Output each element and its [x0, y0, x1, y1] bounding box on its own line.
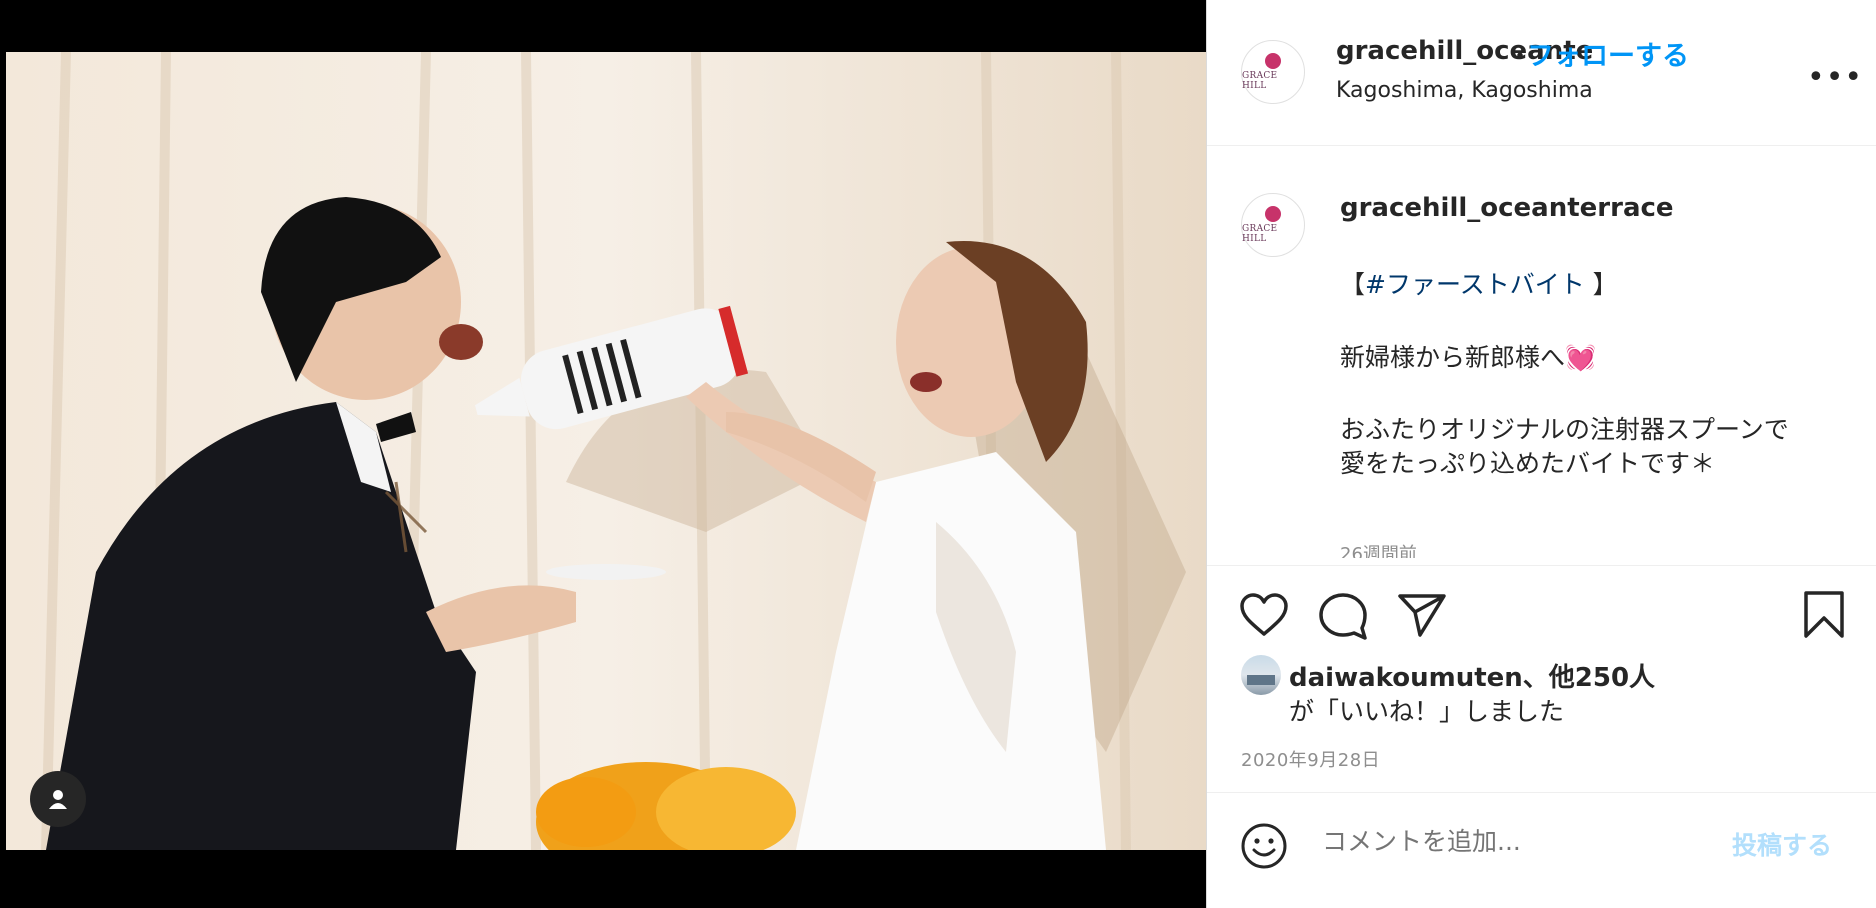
- post-location[interactable]: Kagoshima, Kagoshima: [1336, 78, 1593, 103]
- person-icon: [49, 790, 67, 809]
- caption-bracket-close: 】: [1584, 270, 1618, 299]
- post-photo-area: [6, 0, 1206, 900]
- post-modal: GRACE HILL gracehill_oceante ・ フォローする Ka…: [0, 0, 1876, 908]
- comment-bubble-icon[interactable]: [1318, 592, 1368, 640]
- liker-avatar-image: [1247, 675, 1275, 685]
- likes-summary-suffix: が「いいね！」しました: [1289, 697, 1565, 726]
- liker-avatar[interactable]: [1241, 655, 1281, 695]
- like-heart-icon[interactable]: [1239, 592, 1289, 638]
- follow-button[interactable]: フォローする: [1527, 34, 1689, 73]
- caption-line-2: 新婦様から新郎様へ💓: [1340, 338, 1596, 374]
- caption-line-4: 愛をたっぷり込めたバイトです＊: [1340, 449, 1716, 478]
- post-comment-button[interactable]: 投稿する: [1732, 826, 1832, 862]
- likes-summary[interactable]: daiwakoumuten、他250人: [1289, 657, 1655, 694]
- rose-logo-icon: [1265, 206, 1281, 222]
- avatar-logo-text: GRACE HILL: [1242, 71, 1278, 91]
- post-date[interactable]: 2020年9月28日: [1241, 746, 1380, 772]
- caption-hashtag[interactable]: #ファーストバイト: [1365, 270, 1585, 299]
- heart-emoji-icon: 💓: [1565, 343, 1597, 372]
- caption-username[interactable]: gracehill_oceanterrace: [1340, 193, 1674, 223]
- wedding-photo: [6, 52, 1206, 850]
- caption-time-ago[interactable]: 26週間前: [1340, 540, 1417, 558]
- caption-text: 新婦様から新郎様へ: [1340, 343, 1566, 372]
- header-divider: [1207, 145, 1876, 146]
- more-options-button[interactable]: •••: [1807, 60, 1863, 95]
- author-avatar[interactable]: GRACE HILL: [1241, 40, 1305, 104]
- comment-divider: [1207, 792, 1876, 793]
- caption-line-1: 【#ファーストバイト 】: [1340, 265, 1618, 301]
- user-tag-button[interactable]: [30, 771, 86, 827]
- caption-bracket-open: 【: [1340, 270, 1366, 299]
- post-side-panel: GRACE HILL gracehill_oceante ・ フォローする Ka…: [1206, 0, 1876, 908]
- caption-divider: [1207, 565, 1876, 566]
- caption-avatar[interactable]: GRACE HILL: [1241, 193, 1305, 257]
- bookmark-icon[interactable]: [1801, 590, 1847, 640]
- rose-logo-icon: [1265, 53, 1281, 69]
- avatar-logo-text: GRACE HILL: [1242, 224, 1278, 244]
- caption-line-3: おふたりオリジナルの注射器スプーンで: [1340, 415, 1789, 444]
- emoji-smiley-icon[interactable]: [1240, 822, 1288, 870]
- share-paper-plane-icon[interactable]: [1397, 592, 1447, 638]
- comment-input[interactable]: [1320, 826, 1704, 857]
- post-photo[interactable]: [6, 52, 1206, 850]
